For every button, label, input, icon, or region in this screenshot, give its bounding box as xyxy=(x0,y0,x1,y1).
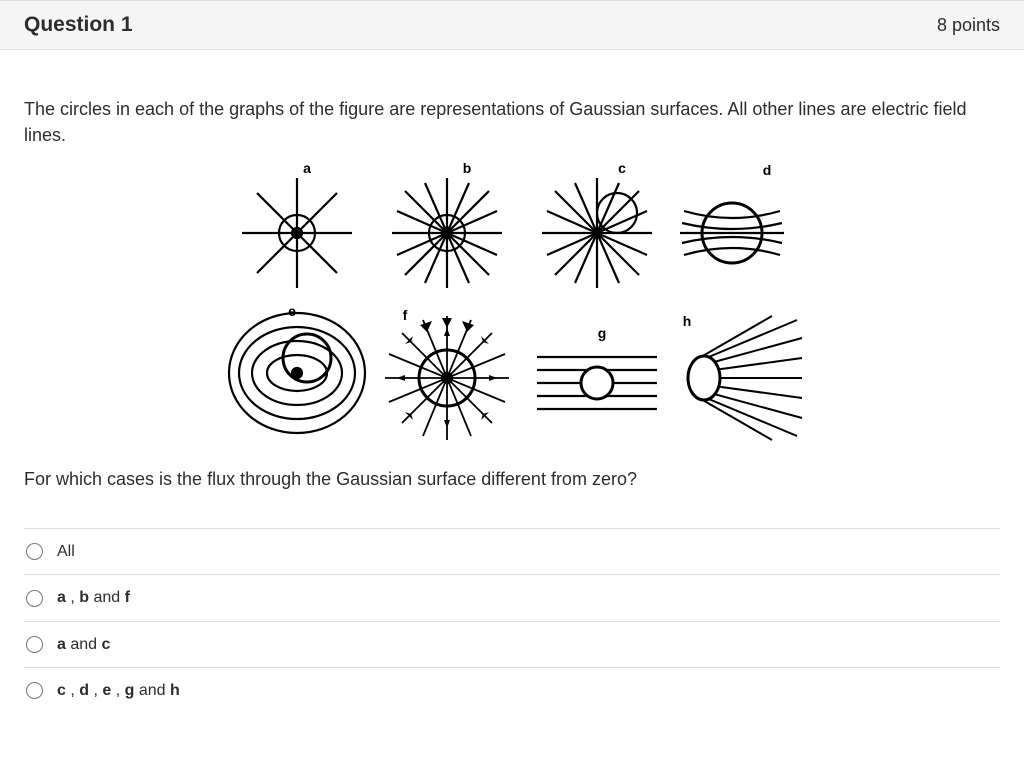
option-3[interactable]: a and c xyxy=(24,622,1000,668)
question-postlude: For which cases is the flux through the … xyxy=(24,466,1000,492)
option-3-radio[interactable] xyxy=(26,636,43,653)
option-1-radio[interactable] xyxy=(26,543,43,560)
option-1-label: All xyxy=(57,540,75,563)
option-2[interactable]: a , b and f xyxy=(24,575,1000,621)
option-1[interactable]: All xyxy=(24,529,1000,575)
figure-label-f: f xyxy=(403,307,408,323)
option-2-label: a , b and f xyxy=(57,586,130,609)
figure-label-e: e xyxy=(288,303,296,319)
figure-label-d: d xyxy=(763,162,772,178)
question-content: The circles in each of the graphs of the… xyxy=(0,50,1024,721)
option-3-label: a and c xyxy=(57,633,110,656)
figure-label-a: a xyxy=(303,160,311,176)
figure-label-h: h xyxy=(683,313,692,329)
question-header: Question 1 8 points xyxy=(0,0,1024,50)
question-title: Question 1 xyxy=(24,13,133,37)
answer-options: All a , b and f a and c c , d , e , g an… xyxy=(24,528,1000,713)
option-4-label: c , d , e , g and h xyxy=(57,679,180,702)
question-stem: The circles in each of the graphs of the… xyxy=(24,96,1000,148)
question-points: 8 points xyxy=(937,15,1000,36)
option-2-radio[interactable] xyxy=(26,590,43,607)
gaussian-figure: a b xyxy=(217,158,807,458)
figure-label-b: b xyxy=(463,160,472,176)
option-4-radio[interactable] xyxy=(26,682,43,699)
figure-label-c: c xyxy=(618,160,626,176)
figure-label-g: g xyxy=(598,325,607,341)
option-4[interactable]: c , d , e , g and h xyxy=(24,668,1000,713)
